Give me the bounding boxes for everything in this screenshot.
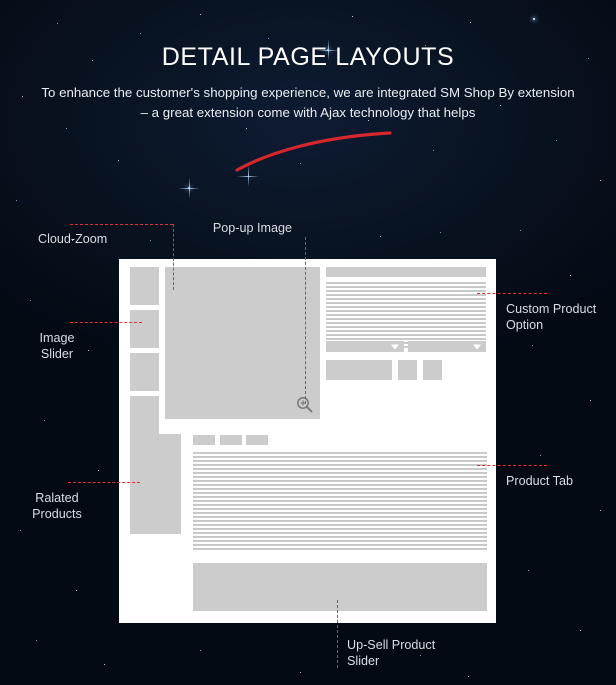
chevron-down-icon — [473, 344, 481, 349]
callout-related-products-label-l2: Products — [32, 506, 82, 521]
star — [600, 510, 601, 511]
star — [200, 650, 201, 651]
star — [104, 664, 105, 665]
product-tab-2[interactable] — [220, 435, 242, 445]
star — [140, 33, 141, 34]
callout-upsell-slider-label-l1: Up-Sell Product — [347, 638, 436, 652]
star — [590, 400, 591, 401]
product-tab-leader-h — [477, 465, 547, 466]
star — [57, 23, 58, 24]
wishlist-button[interactable] — [398, 360, 417, 380]
upsell-product-slider-block[interactable] — [193, 563, 487, 611]
product-description-lines — [326, 282, 486, 349]
star — [22, 96, 23, 97]
product-tab-content-lines — [193, 452, 487, 550]
add-to-cart-button[interactable] — [326, 360, 392, 380]
thumbnail-3[interactable] — [130, 353, 159, 391]
accent-swoosh — [235, 131, 392, 172]
star — [556, 140, 557, 141]
callout-custom-product-option-label-l1: Custom Product — [506, 302, 597, 316]
callout-image-slider-label-l2: Slider — [40, 346, 74, 361]
star — [200, 14, 201, 15]
chevron-down-icon — [391, 344, 399, 349]
star — [76, 590, 77, 591]
callout-cloud-zoom: Cloud-Zoom — [38, 232, 178, 248]
star — [433, 150, 434, 151]
star — [520, 230, 521, 231]
callout-related-products-label-l1: Ralated — [35, 491, 79, 505]
star — [20, 530, 21, 531]
related-products-block[interactable] — [130, 434, 181, 534]
callout-product-tab-label: Product Tab — [506, 474, 573, 488]
star — [533, 18, 535, 20]
thumbnail-2[interactable] — [130, 310, 159, 348]
thumbnail-1[interactable] — [130, 267, 159, 305]
upsell-slider-leader-v — [337, 600, 338, 668]
callout-image-slider: Image Slider — [0, 331, 114, 362]
star — [570, 275, 571, 276]
star — [580, 630, 581, 631]
page-root: DETAIL PAGE LAYOUTS To enhance the custo… — [0, 0, 616, 685]
star — [44, 420, 45, 421]
star — [600, 180, 601, 181]
option-select-1[interactable] — [326, 341, 404, 352]
star — [468, 676, 469, 677]
popup-image-leader-v — [305, 237, 306, 404]
callout-custom-product-option-label-l2: Option — [506, 317, 544, 332]
product-title-bar — [326, 267, 486, 277]
callout-popup-image: Pop-up Image — [180, 221, 292, 237]
star — [268, 38, 269, 39]
custom-product-option-leader-h — [477, 293, 547, 294]
star — [66, 128, 67, 129]
star — [440, 232, 441, 233]
thumbnail-4[interactable] — [130, 396, 159, 434]
star — [36, 640, 37, 641]
star — [98, 470, 99, 471]
bright-star — [178, 177, 200, 199]
callout-custom-product-option: Custom Product Option — [506, 302, 616, 333]
option-select-2[interactable] — [408, 341, 486, 352]
star — [30, 300, 31, 301]
related-products-leader-h — [68, 482, 140, 483]
compare-button[interactable] — [423, 360, 442, 380]
callout-upsell-slider: Up-Sell Product Slider — [347, 638, 497, 669]
star — [352, 16, 353, 17]
callout-upsell-slider-label-l2: Slider — [347, 653, 380, 668]
star — [380, 236, 381, 237]
star — [118, 160, 119, 161]
star — [16, 200, 17, 201]
product-tab-1[interactable] — [193, 435, 215, 445]
callout-image-slider-label-l1: Image — [39, 331, 75, 345]
product-tab-3[interactable] — [246, 435, 268, 445]
star — [528, 570, 529, 571]
callout-cloud-zoom-label: Cloud-Zoom — [38, 232, 108, 246]
star — [532, 345, 533, 346]
cloud-zoom-leader-h — [70, 224, 173, 225]
wireframe-card — [119, 259, 496, 623]
main-product-image[interactable] — [165, 267, 320, 419]
callout-related-products: Ralated Products — [0, 491, 114, 522]
star — [300, 672, 301, 673]
image-slider-leader-h — [70, 322, 142, 323]
page-title: DETAIL PAGE LAYOUTS — [161, 43, 455, 71]
callout-product-tab: Product Tab — [506, 474, 616, 490]
star — [540, 455, 541, 456]
callout-popup-image-label: Pop-up Image — [212, 221, 292, 235]
star — [470, 22, 471, 23]
page-subtitle: To enhance the customer's shopping exper… — [41, 85, 575, 120]
